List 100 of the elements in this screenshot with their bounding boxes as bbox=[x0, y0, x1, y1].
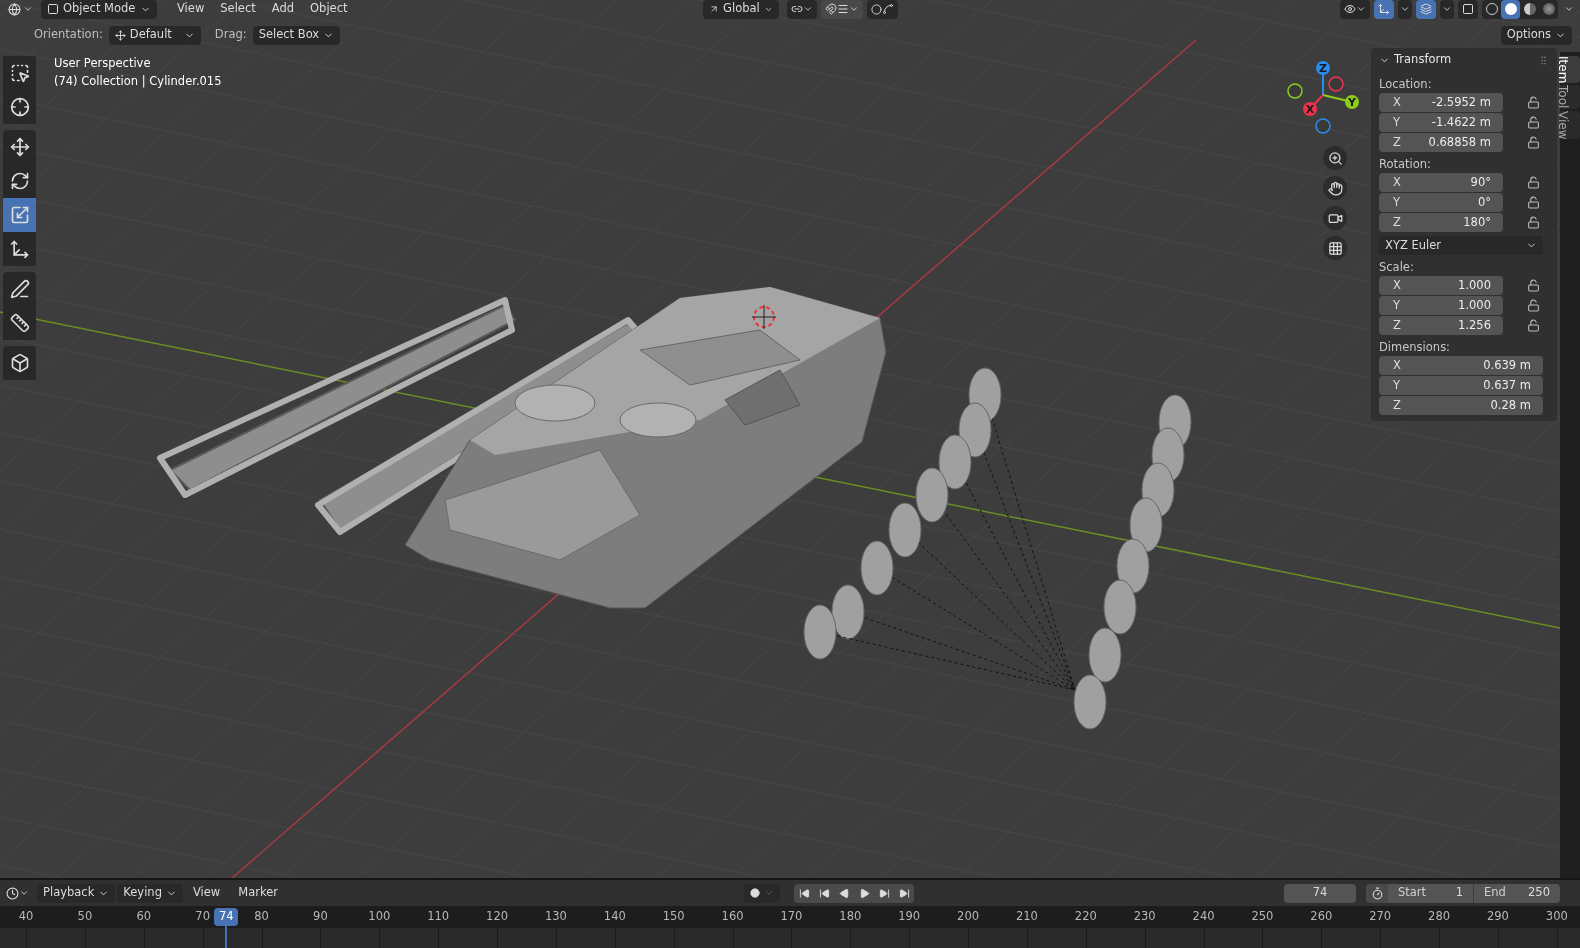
negative-axis-handle[interactable] bbox=[1328, 76, 1344, 92]
timeline-menu[interactable]: Marker bbox=[230, 884, 286, 902]
playhead[interactable]: 74 bbox=[214, 908, 239, 926]
proportional-button[interactable] bbox=[867, 0, 898, 19]
drag-dropdown[interactable]: Select Box bbox=[252, 25, 341, 45]
number-field[interactable]: Z 180° bbox=[1379, 213, 1503, 232]
sidebar-tab[interactable]: Tool bbox=[1560, 85, 1580, 109]
camera-button[interactable] bbox=[1323, 206, 1347, 230]
number-field[interactable]: Z 0.68858 m bbox=[1379, 133, 1503, 152]
orientation-dropdown[interactable]: Default bbox=[108, 25, 201, 45]
negative-axis-handle[interactable] bbox=[1287, 83, 1303, 99]
axes-icon bbox=[114, 29, 126, 41]
unlock-icon[interactable] bbox=[1527, 136, 1540, 149]
xray-icon bbox=[1462, 3, 1474, 15]
grid-button[interactable] bbox=[1323, 236, 1347, 260]
zoom-in-icon bbox=[1327, 150, 1343, 166]
menu-item[interactable]: View bbox=[173, 0, 209, 18]
rotation-mode-dropdown[interactable]: XYZ Euler bbox=[1379, 236, 1543, 255]
end-frame-field[interactable]: End 250 bbox=[1474, 883, 1560, 903]
chevron-icon bbox=[1400, 4, 1410, 14]
frame-number: 230 bbox=[1133, 908, 1156, 926]
options-dropdown[interactable]: Options bbox=[1500, 25, 1572, 45]
select-box-tool[interactable] bbox=[3, 56, 36, 90]
unlock-icon[interactable] bbox=[1527, 176, 1540, 189]
add-cube-tool[interactable] bbox=[3, 346, 36, 380]
preview-range-button[interactable] bbox=[1366, 883, 1388, 903]
axis-handle[interactable]: X bbox=[1303, 102, 1317, 116]
unlock-icon[interactable] bbox=[1527, 279, 1540, 292]
solid-shading-button[interactable] bbox=[1501, 0, 1520, 19]
frame-number: 200 bbox=[957, 908, 979, 926]
number-field[interactable]: X 90° bbox=[1379, 173, 1503, 192]
drag-handle-icon[interactable] bbox=[1538, 54, 1549, 66]
frame-number: 130 bbox=[544, 908, 567, 926]
editor-type-icon bbox=[8, 2, 21, 16]
number-field[interactable]: X 0.639 m bbox=[1379, 356, 1543, 375]
frame-number: 40 bbox=[18, 908, 34, 926]
mode-dropdown[interactable]: Object Mode bbox=[41, 0, 157, 19]
pivot-button[interactable] bbox=[787, 0, 817, 19]
overlay-toggle-button[interactable] bbox=[1416, 0, 1436, 19]
unlock-icon[interactable] bbox=[1527, 196, 1540, 209]
rotate-tool[interactable] bbox=[3, 164, 36, 198]
number-field[interactable]: Y -1.4622 m bbox=[1379, 113, 1503, 132]
snap-button[interactable] bbox=[821, 0, 863, 19]
panel-title[interactable]: Transform bbox=[1394, 51, 1534, 69]
view-subtitle: (74) Collection | Cylinder.015 bbox=[54, 73, 223, 90]
unlock-icon[interactable] bbox=[1527, 319, 1540, 332]
orientation-dropdown[interactable]: Global bbox=[703, 0, 779, 19]
axis-handle[interactable]: Y bbox=[1345, 95, 1359, 109]
scale-tool[interactable] bbox=[3, 198, 36, 232]
field-value: 90° bbox=[1470, 173, 1491, 191]
unlock-icon[interactable] bbox=[1527, 116, 1540, 129]
gizmo-toggle-button[interactable] bbox=[1374, 0, 1394, 19]
number-field[interactable]: Z 0.28 m bbox=[1379, 396, 1543, 415]
sidebar-tab[interactable]: View bbox=[1560, 110, 1580, 140]
timeline-menu[interactable]: Playback bbox=[37, 883, 116, 903]
timeline-menu[interactable]: View bbox=[184, 884, 229, 902]
menu-item[interactable]: Select bbox=[216, 0, 260, 18]
shading-icon bbox=[1523, 3, 1536, 15]
move-tool[interactable] bbox=[3, 130, 36, 164]
play-reverse-icon bbox=[838, 887, 850, 899]
xray-button[interactable] bbox=[1458, 0, 1478, 19]
chevron-icon bbox=[803, 4, 813, 14]
number-field[interactable]: X -2.5952 m bbox=[1379, 93, 1503, 112]
unlock-icon[interactable] bbox=[1527, 96, 1540, 109]
field-value: 250 bbox=[1528, 884, 1550, 902]
jump-keyframe-forward-icon bbox=[878, 887, 890, 899]
number-field[interactable]: Z 1.256 bbox=[1379, 316, 1503, 335]
start-frame-field[interactable]: Start 1 bbox=[1388, 883, 1474, 903]
jump-end-icon bbox=[898, 887, 910, 899]
chevron-icon bbox=[19, 888, 29, 898]
number-field[interactable]: Y 0.637 m bbox=[1379, 376, 1543, 395]
unlock-icon[interactable] bbox=[1527, 299, 1540, 312]
link-icon bbox=[791, 3, 803, 15]
axis-handle[interactable]: Z bbox=[1316, 61, 1330, 75]
visibility-button[interactable] bbox=[1340, 0, 1370, 19]
measure-tool[interactable] bbox=[3, 306, 36, 340]
number-field[interactable]: X 1.000 bbox=[1379, 276, 1503, 295]
cursor-tool[interactable] bbox=[3, 90, 36, 124]
number-field[interactable]: Y 0° bbox=[1379, 193, 1503, 212]
record-button[interactable] bbox=[744, 883, 780, 903]
current-frame-field[interactable]: 74 bbox=[1284, 883, 1356, 903]
drag-label: Drag: bbox=[214, 26, 247, 44]
menu-item[interactable]: Object bbox=[306, 0, 352, 18]
transform-tool[interactable] bbox=[3, 232, 36, 266]
unlock-icon[interactable] bbox=[1527, 216, 1540, 229]
frame-number: 170 bbox=[780, 908, 803, 926]
chevron-icon bbox=[1356, 4, 1366, 14]
negative-axis-handle[interactable] bbox=[1315, 118, 1331, 134]
hand-button[interactable] bbox=[1323, 176, 1347, 200]
sidebar-tab[interactable]: Item bbox=[1560, 56, 1580, 84]
zoom-in-button[interactable] bbox=[1323, 146, 1347, 170]
timeline-menu[interactable]: Keying bbox=[117, 883, 183, 903]
number-field[interactable]: Y 1.000 bbox=[1379, 296, 1503, 315]
stopwatch-icon bbox=[1370, 886, 1384, 900]
shading-icon bbox=[1542, 3, 1555, 15]
menu-item[interactable]: Add bbox=[267, 0, 299, 18]
frame-number: 190 bbox=[898, 908, 921, 926]
eye-icon bbox=[1344, 3, 1356, 15]
annotate-tool[interactable] bbox=[3, 272, 36, 306]
field-value: 1.000 bbox=[1458, 276, 1491, 294]
